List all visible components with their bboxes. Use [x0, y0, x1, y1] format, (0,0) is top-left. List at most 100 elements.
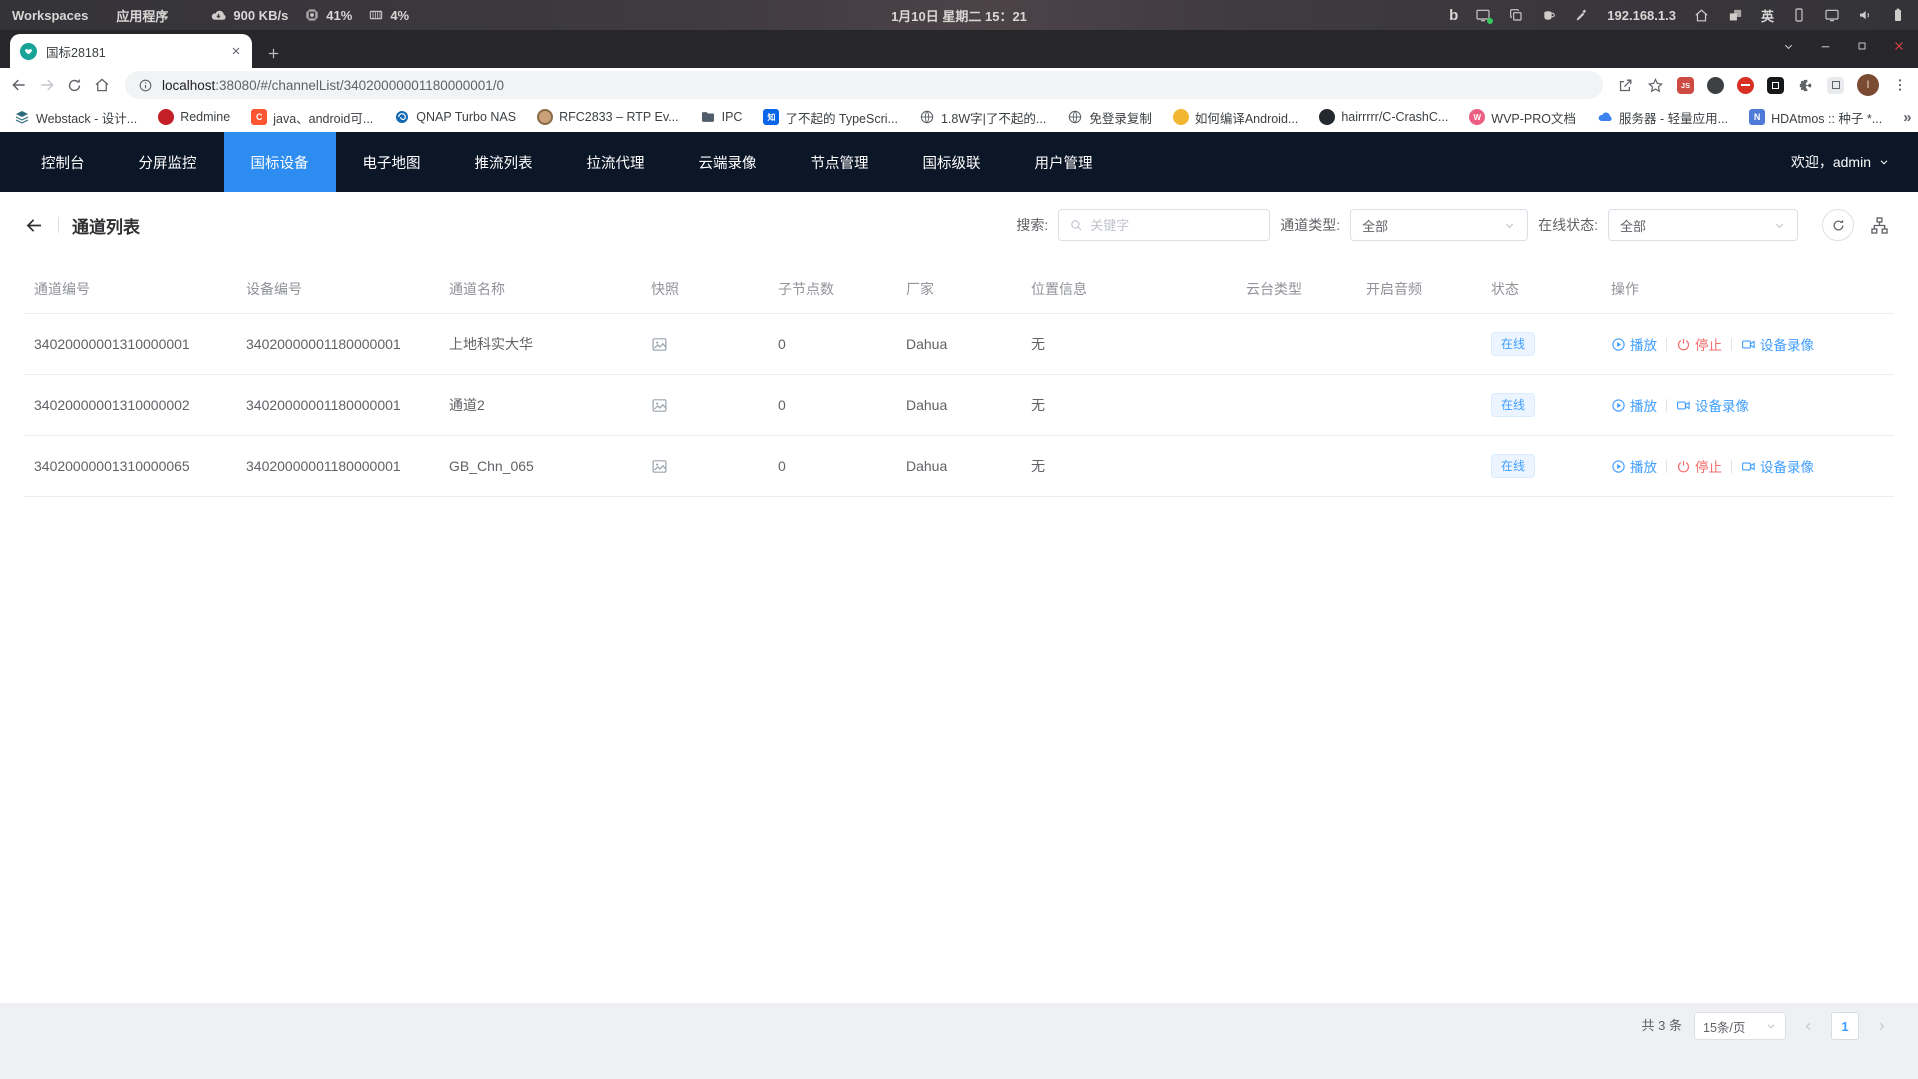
input-method-indicator[interactable]: 英 [1761, 6, 1774, 25]
bookmark-item[interactable]: Cjava、android可... [251, 108, 373, 127]
reload-icon[interactable] [66, 77, 83, 94]
play-icon [1611, 459, 1626, 474]
table-row: 34020000001310000001 3402000000118000000… [24, 314, 1894, 375]
ip-address[interactable]: 192.168.1.3 [1607, 8, 1676, 23]
profile-avatar[interactable]: I [1857, 74, 1879, 96]
window-controls [1782, 39, 1906, 53]
bookmark-item[interactable]: Webstack - 设计... [14, 108, 137, 127]
snapshot-icon[interactable] [651, 458, 668, 475]
nav-item-cloud-record[interactable]: 云端录像 [672, 132, 784, 192]
screenshot-tray-icon[interactable] [1475, 7, 1491, 23]
search-icon [1069, 218, 1083, 232]
nav-item-gb-devices[interactable]: 国标设备 [224, 132, 336, 192]
side-panel-icon[interactable] [1827, 77, 1844, 94]
row-actions: 播放 停止 设备录像 [1601, 334, 1894, 354]
coffee-tray-icon[interactable] [1541, 7, 1557, 23]
bookmark-item[interactable]: QNAP Turbo NAS [394, 109, 516, 125]
bing-tray-icon[interactable]: b [1449, 7, 1458, 24]
bookmark-item[interactable]: 免登录复制 [1067, 108, 1152, 127]
tab-close-icon[interactable] [230, 45, 242, 57]
nav-item-push-list[interactable]: 推流列表 [448, 132, 560, 192]
back-arrow-icon[interactable] [24, 215, 45, 236]
bookmark-item[interactable]: hairrrrr/C-CrashC... [1319, 109, 1448, 125]
bookmark-item[interactable]: 1.8W字|了不起的... [919, 108, 1046, 127]
device-record-button[interactable]: 设备录像 [1676, 395, 1749, 415]
bookmark-item[interactable]: Redmine [158, 109, 230, 125]
current-page-button[interactable]: 1 [1831, 1012, 1859, 1040]
clock[interactable]: 1月10日 星期二 15：21 [891, 6, 1027, 25]
channel-type-select[interactable]: 全部 [1350, 209, 1528, 241]
bookmark-item[interactable]: 服务器 - 轻量应用... [1597, 108, 1728, 127]
memory-usage: 4% [368, 7, 409, 23]
nav-item-gb-cascade[interactable]: 国标级联 [896, 132, 1008, 192]
snapshot-icon[interactable] [651, 397, 668, 414]
chevron-down-icon [1765, 1020, 1777, 1032]
home-icon[interactable] [93, 76, 111, 94]
nav-item-pull-proxy[interactable]: 拉流代理 [560, 132, 672, 192]
back-icon[interactable] [10, 76, 28, 94]
refresh-button[interactable] [1822, 209, 1854, 241]
bookmark-item[interactable]: 知了不起的 TypeScri... [763, 108, 898, 127]
channel-name: 上地科实大华 [439, 334, 641, 354]
prev-page-button[interactable] [1798, 1012, 1819, 1040]
page-size-select[interactable]: 15条/页 [1694, 1012, 1786, 1040]
clipboard-tray-icon[interactable] [1508, 7, 1524, 23]
hdatmos-icon: N [1749, 109, 1765, 125]
share-icon[interactable] [1617, 77, 1634, 94]
bookmark-folder[interactable]: IPC [700, 109, 743, 125]
workspaces-button[interactable]: Workspaces [12, 8, 88, 23]
device-record-button[interactable]: 设备录像 [1741, 334, 1814, 354]
row-actions: 播放 设备录像 [1601, 395, 1894, 415]
nav-item-split-monitor[interactable]: 分屏监控 [112, 132, 224, 192]
volume-icon[interactable] [1857, 7, 1873, 23]
home-tray-icon[interactable] [1693, 7, 1710, 24]
bookmark-item[interactable]: NHDAtmos :: 种子 *... [1749, 108, 1882, 127]
extension-capture-icon[interactable] [1767, 77, 1784, 94]
nav-item-node-manage[interactable]: 节点管理 [784, 132, 896, 192]
stop-button[interactable]: 停止 [1676, 456, 1722, 476]
bookmark-item[interactable]: WWVP-PRO文档 [1469, 108, 1576, 127]
minimize-icon[interactable] [1819, 40, 1832, 53]
address-bar[interactable]: localhost:38080/#/channelList/3402000000… [125, 71, 1603, 99]
tree-view-button[interactable] [1864, 210, 1894, 240]
applications-button[interactable]: 应用程序 [116, 6, 168, 25]
display-tray-icon[interactable] [1824, 7, 1840, 23]
device-record-button[interactable]: 设备录像 [1741, 456, 1814, 476]
csdn-icon: C [251, 109, 267, 125]
status-badge: 在线 [1491, 332, 1535, 356]
bookmark-star-icon[interactable] [1647, 77, 1664, 94]
nav-item-map[interactable]: 电子地图 [336, 132, 448, 192]
table-header-row: 通道编号 设备编号 通道名称 快照 子节点数 厂家 位置信息 云台类型 开启音频… [24, 264, 1894, 314]
forward-icon[interactable] [38, 76, 56, 94]
stop-button[interactable]: 停止 [1676, 334, 1722, 354]
close-window-icon[interactable] [1892, 39, 1906, 53]
browser-menu-icon[interactable] [1892, 77, 1908, 93]
nav-item-user-manage[interactable]: 用户管理 [1008, 132, 1120, 192]
extension-js-icon[interactable]: JS [1677, 77, 1694, 94]
nav-item-console[interactable]: 控制台 [14, 132, 112, 192]
extension-blocker-icon[interactable] [1737, 77, 1754, 94]
browser-tab[interactable]: 国标28181 [10, 34, 252, 68]
new-tab-button[interactable] [266, 46, 281, 61]
divider [1731, 460, 1732, 473]
color-picker-tray-icon[interactable] [1574, 7, 1590, 23]
play-button[interactable]: 播放 [1611, 334, 1657, 354]
bookmark-item[interactable]: 如何编译Android... [1173, 108, 1299, 127]
search-input[interactable] [1090, 218, 1259, 233]
online-status-select[interactable]: 全部 [1608, 209, 1798, 241]
play-button[interactable]: 播放 [1611, 456, 1657, 476]
workspace-switcher-icon[interactable] [1727, 7, 1744, 24]
tab-search-icon[interactable] [1782, 40, 1795, 53]
user-menu[interactable]: 欢迎，admin [1791, 152, 1890, 172]
phone-tray-icon[interactable] [1791, 7, 1807, 23]
extension-dark-icon[interactable] [1707, 77, 1724, 94]
extensions-puzzle-icon[interactable] [1797, 77, 1814, 94]
divider [1666, 338, 1667, 351]
snapshot-icon[interactable] [651, 336, 668, 353]
site-info-icon[interactable] [138, 78, 153, 93]
maximize-icon[interactable] [1856, 40, 1868, 52]
play-button[interactable]: 播放 [1611, 395, 1657, 415]
next-page-button[interactable] [1871, 1012, 1892, 1040]
bookmark-item[interactable]: RFC2833 – RTP Ev... [537, 109, 679, 125]
bookmarks-overflow-chevron[interactable]: » [1903, 109, 1911, 126]
